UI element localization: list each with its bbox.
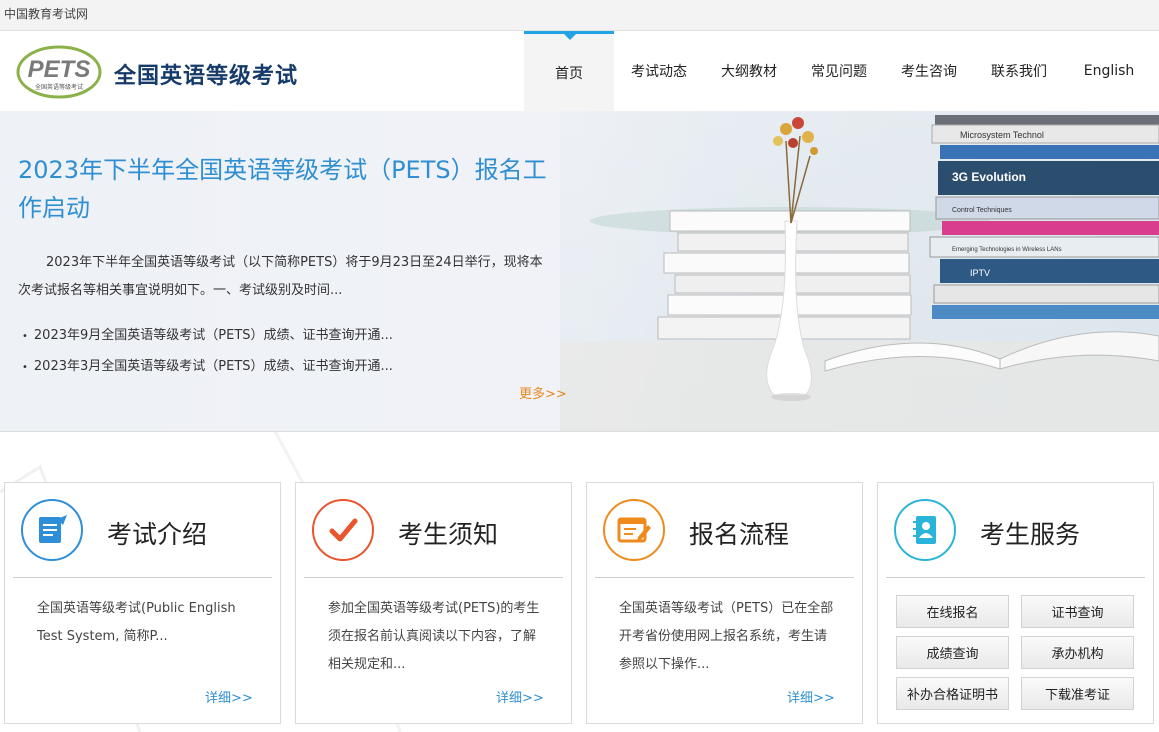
divider <box>595 577 854 578</box>
nav-home[interactable]: 首页 <box>524 31 614 111</box>
score-query-button[interactable]: 成绩查询 <box>896 636 1009 669</box>
site-title[interactable]: 全国英语等级考试 <box>114 58 298 90</box>
book-title: Control Techniques <box>952 207 1012 214</box>
contact-book-icon <box>894 499 956 561</box>
exam-intro-icon <box>21 499 83 561</box>
checkmark-icon <box>312 499 374 561</box>
site-name[interactable]: 中国教育考试网 <box>4 5 88 22</box>
nav-consult[interactable]: 考生咨询 <box>884 31 974 111</box>
header: PETS 全国英语等级考试 全国英语等级考试 首页 考试动态 大纲教材 常见问题… <box>0 31 1159 111</box>
download-admission-ticket-button[interactable]: 下载准考证 <box>1021 677 1134 710</box>
book-title: Emerging Technologies in Wireless LANs <box>952 247 1062 253</box>
detail-link[interactable]: 详细>> <box>496 687 544 706</box>
card-candidate-services: 考生服务 在线报名 证书查询 成绩查询 承办机构 补办合格证明书 下载准考证 <box>877 482 1154 724</box>
host-institutions-button[interactable]: 承办机构 <box>1021 636 1134 669</box>
top-bar: 中国教育考试网 <box>0 0 1159 31</box>
book-title: Microsystem Technol <box>960 130 1044 140</box>
card-exam-intro: 考试介绍 全国英语等级考试(Public English Test System… <box>4 482 281 724</box>
nav-syllabus[interactable]: 大纲教材 <box>704 31 794 111</box>
news-banner: Microsystem Technol 3G Evolution Control… <box>0 111 1159 432</box>
form-edit-icon <box>603 499 665 561</box>
logo-text: PETS <box>28 56 91 83</box>
card-candidate-notice: 考生须知 参加全国英语等级考试(PETS)的考生须在报名前认真阅读以下内容，了解… <box>295 482 572 724</box>
nav-contact[interactable]: 联系我们 <box>974 31 1064 111</box>
pets-logo[interactable]: PETS 全国英语等级考试 <box>16 45 102 99</box>
card-text: 全国英语等级考试（PETS）已在全部开考省份使用网上报名系统，考生请参照以下操作… <box>619 601 834 672</box>
news-headline[interactable]: 2023年下半年全国英语等级考试（PETS）报名工作启动 <box>18 151 558 227</box>
divider <box>304 577 563 578</box>
nav-exam-news[interactable]: 考试动态 <box>614 31 704 111</box>
nav-faq[interactable]: 常见问题 <box>794 31 884 111</box>
detail-link[interactable]: 详细>> <box>787 687 835 706</box>
service-button-grid: 在线报名 证书查询 成绩查询 承办机构 补办合格证明书 下载准考证 <box>896 595 1136 710</box>
news-list: 2023年9月全国英语等级考试（PETS）成绩、证书查询开通... 2023年3… <box>22 321 393 383</box>
main-nav: 首页 考试动态 大纲教材 常见问题 考生咨询 联系我们 English <box>524 31 1154 111</box>
card-text: 参加全国英语等级考试(PETS)的考生须在报名前认真阅读以下内容，了解相关规定和… <box>328 601 540 672</box>
logo-subtext: 全国英语等级考试 <box>35 83 83 91</box>
card-title[interactable]: 考生须知 <box>398 515 498 551</box>
news-summary: 2023年下半年全国英语等级考试（以下简称PETS）将于9月23日至24日举行，… <box>18 255 543 298</box>
news-item[interactable]: 2023年3月全国英语等级考试（PETS）成绩、证书查询开通... <box>22 352 393 383</box>
divider <box>886 577 1145 578</box>
card-text: 全国英语等级考试(Public English Test System, 简称P… <box>37 601 236 644</box>
right-book-stack: Microsystem Technol 3G Evolution Control… <box>929 115 1159 319</box>
more-link[interactable]: 更多>> <box>519 383 567 402</box>
detail-link[interactable]: 详细>> <box>205 687 253 706</box>
news-item[interactable]: 2023年9月全国英语等级考试（PETS）成绩、证书查询开通... <box>22 321 393 352</box>
nav-english[interactable]: English <box>1064 31 1154 111</box>
divider <box>13 577 272 578</box>
card-title[interactable]: 考生服务 <box>980 515 1080 551</box>
card-title[interactable]: 考试介绍 <box>107 515 207 551</box>
card-title[interactable]: 报名流程 <box>689 515 789 551</box>
certificate-query-button[interactable]: 证书查询 <box>1021 595 1134 628</box>
book-title: IPTV <box>970 268 990 278</box>
reissue-certificate-button[interactable]: 补办合格证明书 <box>896 677 1009 710</box>
books-vase-illustration: Microsystem Technol 3G Evolution Control… <box>560 111 1159 431</box>
card-registration-process: 报名流程 全国英语等级考试（PETS）已在全部开考省份使用网上报名系统，考生请参… <box>586 482 863 724</box>
online-registration-button[interactable]: 在线报名 <box>896 595 1009 628</box>
book-title: 3G Evolution <box>952 170 1026 184</box>
